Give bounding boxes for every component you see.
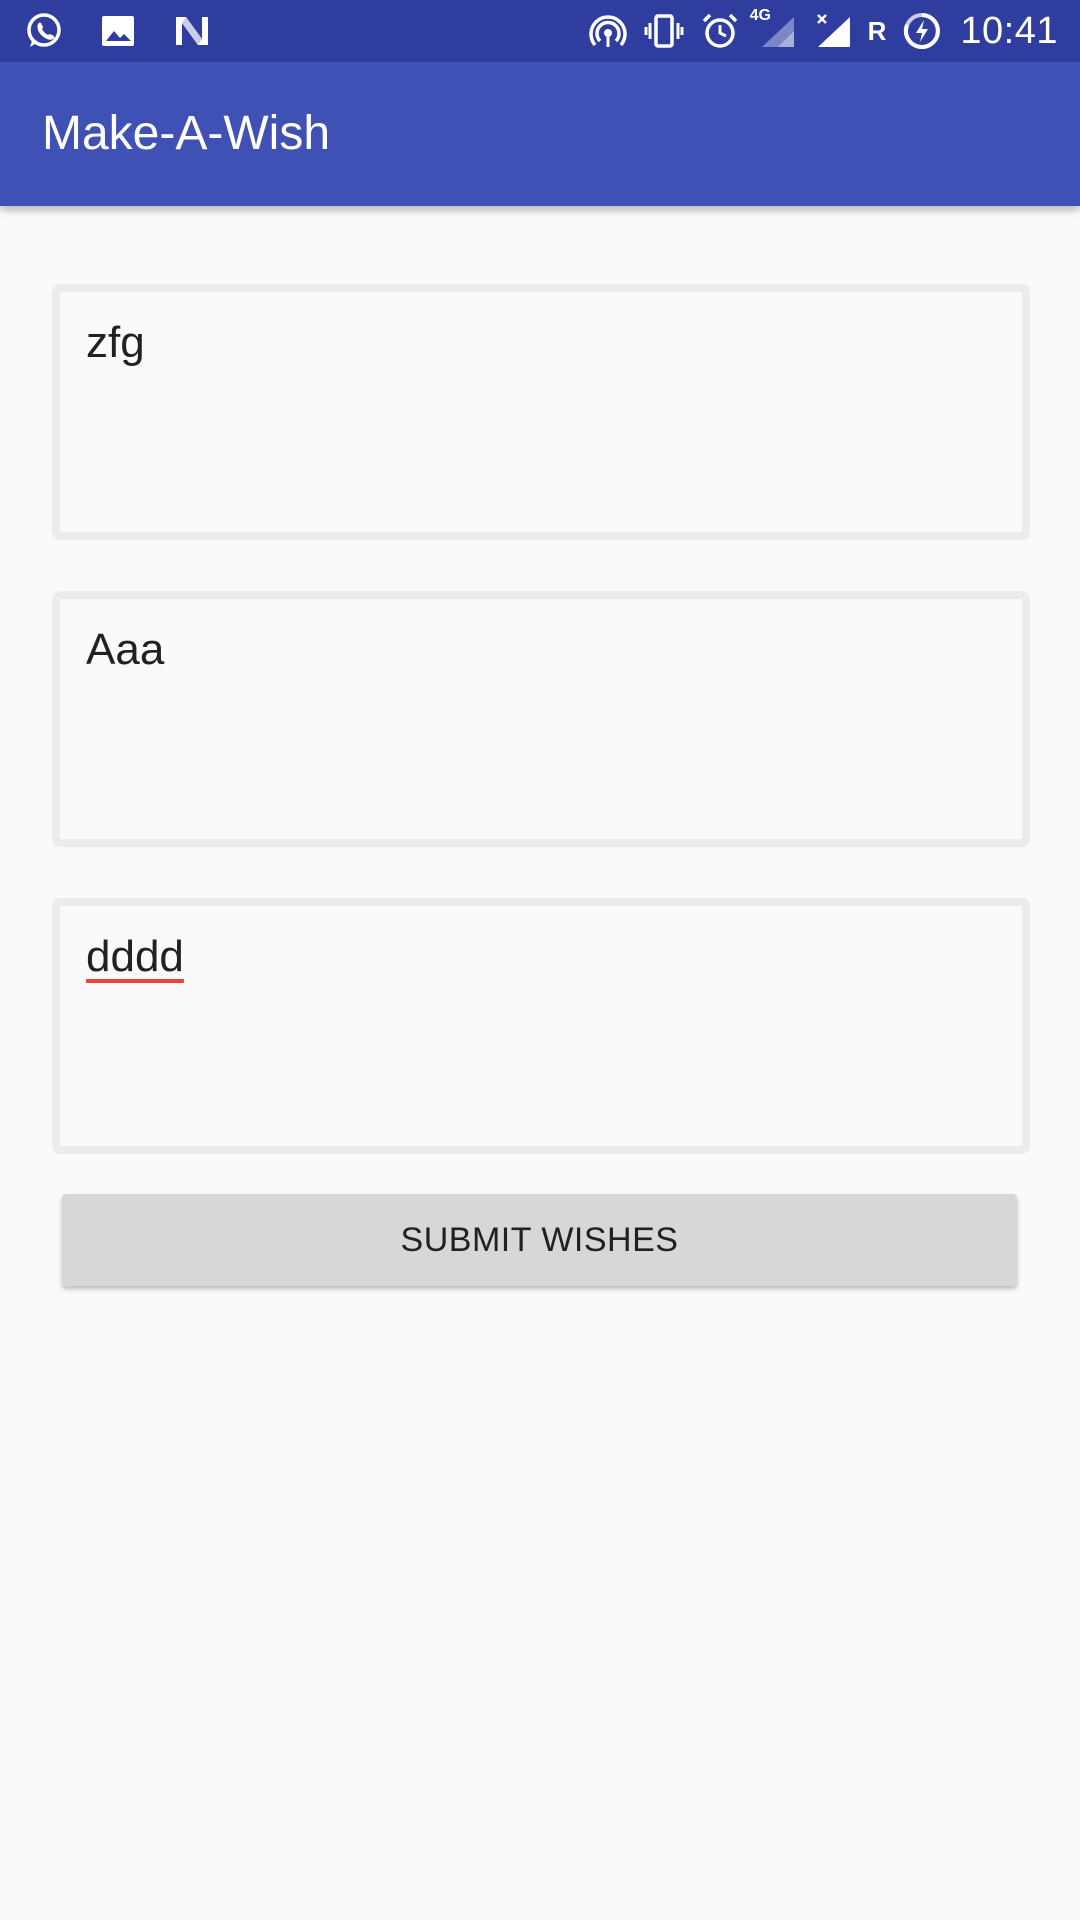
network-type-label: 4G — [749, 7, 771, 24]
alarm-icon — [700, 11, 740, 51]
signal-no-service-icon — [812, 11, 852, 51]
wish-input-1-value: zfg — [86, 318, 145, 367]
wish-input-2-value: Aaa — [86, 625, 165, 674]
clock-time: 10:41 — [960, 9, 1058, 52]
wish-input-3-value: dddd — [86, 932, 184, 981]
wish-input-1[interactable]: zfg — [52, 284, 1030, 540]
whatsapp-icon — [24, 11, 64, 51]
app-title: Make-A-Wish — [42, 107, 331, 160]
submit-wishes-button[interactable]: SUBMIT WISHES — [62, 1194, 1017, 1286]
wish-input-2[interactable]: Aaa — [52, 591, 1030, 847]
vibrate-icon — [644, 11, 684, 51]
battery-charging-icon — [902, 11, 942, 51]
hotspot-icon — [588, 11, 628, 51]
app-bar: Make-A-Wish — [0, 62, 1080, 206]
n-logo-icon — [172, 11, 212, 51]
roaming-indicator: R — [867, 15, 887, 46]
image-icon — [98, 11, 138, 51]
wish-input-3[interactable]: dddd — [52, 898, 1030, 1154]
status-bar: 4G R 10:41 — [0, 0, 1080, 62]
signal-4g-icon: 4G — [750, 7, 796, 51]
